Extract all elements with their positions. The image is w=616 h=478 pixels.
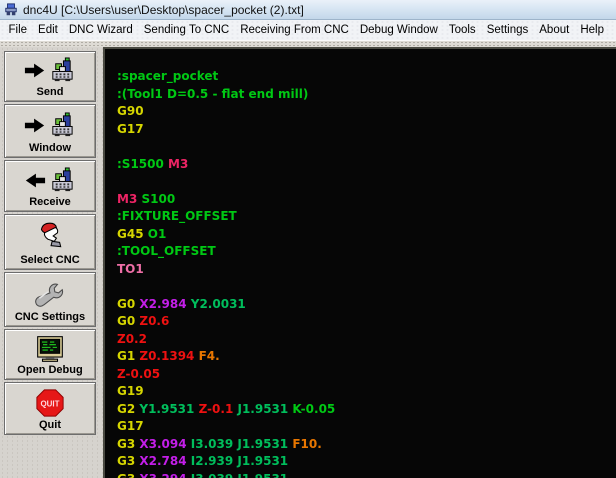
debug-monitor-icon [35,335,65,363]
code-line: Z-0.05 [117,366,161,381]
code-line: G19 [117,384,144,398]
code-line: G0 X2.984 Y2.0031 [117,296,246,311]
code-line: TO1 [117,261,144,276]
cnc-machine-icon [47,57,76,84]
receive-button-label: Receive [29,196,71,208]
code-line: G1 Z0.1394 F4. [117,349,220,363]
code-line: :S1500 M3 [117,156,189,171]
yellow-right-arrow-icon [24,117,46,134]
send-button[interactable]: Send [4,51,96,102]
code-line: :TOOL_OFFSET [117,244,216,258]
orange-left-arrow-icon [24,172,46,189]
pointing-hand-icon [34,220,66,252]
svg-text:QUIT: QUIT [41,399,60,408]
quit-stop-sign-icon: QUIT [36,388,64,417]
code-line: :(Tool1 D=0.5 - flat end mill) [117,86,309,101]
code-line: G3 X3.094 I3.039 J1.9531 F10. [117,436,322,451]
menu-item-settings[interactable]: Settings [481,22,534,38]
toolbar-gripper [0,40,616,47]
window-button-label: Window [28,142,72,154]
menu-item-dnc-wizard[interactable]: DNC Wizard [63,22,138,38]
sidebar: Send Window Receive Select CNC CNC Setti… [0,47,103,478]
quit-button[interactable]: QUIT Quit [4,382,96,435]
open-debug-button[interactable]: Open Debug [4,329,96,380]
window-title: dnc4U [C:\Users\user\Desktop\spacer_pock… [23,2,304,17]
code-line: G0 Z0.6 [117,314,170,328]
menu-item-file[interactable]: File [3,22,33,38]
cnc-machine-icon [47,167,76,194]
receive-button[interactable]: Receive [4,160,96,212]
cnc-machine-icon [47,112,76,139]
code-line: Z0.2 [117,331,147,346]
menu-bar: File Edit DNC Wizard Sending To CNC Receivin… [0,20,616,40]
menu-item-tools[interactable]: Tools [443,22,481,38]
quit-button-label: Quit [39,419,61,431]
menu-item-sending-to-cnc[interactable]: Sending To CNC [138,22,234,38]
code-line: G45 O1 [117,226,167,241]
menu-item-edit[interactable]: Edit [33,22,64,38]
menu-item-about[interactable]: About [534,22,575,38]
green-right-arrow-icon [24,62,46,79]
code-line: G17 [117,419,144,433]
code-area[interactable]: :spacer_pocket :(Tool1 D=0.5 - flat end m… [103,47,616,478]
code-line: G3 X2.784 I2.939 J1.9531 [117,454,289,468]
send-button-label: Send [36,86,64,98]
cnc-settings-button-label: CNC Settings [14,311,86,323]
app-icon[interactable] [4,2,18,17]
code-line: :spacer_pocket [117,69,219,83]
code-line: M3 S100 [117,191,176,206]
wrench-icon [34,280,66,308]
menu-item-receiving-from-cnc[interactable]: Receiving From CNC [235,22,355,38]
menu-item-help[interactable]: Help [575,22,610,38]
open-debug-button-label: Open Debug [17,364,83,376]
window-button[interactable]: Window [4,104,96,158]
menu-item-debug-window[interactable]: Debug Window [354,22,443,38]
code-line: G2 Y1.9531 Z-0.1 J1.9531 K-0.05 [117,401,336,416]
title-bar: dnc4U [C:\Users\user\Desktop\spacer_pock… [0,0,616,20]
code-line: G90 [117,104,144,118]
select-cnc-button-label: Select CNC [20,254,80,266]
code-line: G17 [117,121,144,136]
dnc4u-window: dnc4U [C:\Users\user\Desktop\spacer_pock… [0,0,616,478]
select-cnc-button[interactable]: Select CNC [4,214,96,270]
code-line: G3 X3.294 I3.039 J1.9531 [117,471,616,478]
code-line: :FIXTURE_OFFSET [117,209,237,223]
cnc-settings-button[interactable]: CNC Settings [4,272,96,327]
